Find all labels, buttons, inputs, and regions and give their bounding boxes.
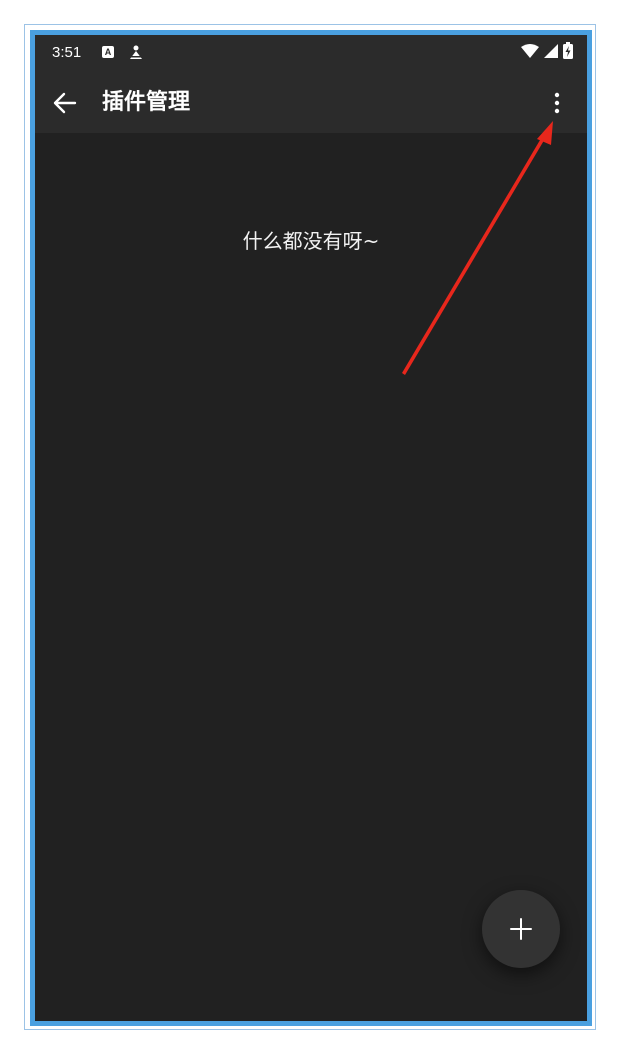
empty-state-message: 什么都没有呀~ <box>242 229 380 253</box>
page-title: 插件管理 <box>102 90 191 115</box>
battery-charging-icon <box>563 41 573 63</box>
person-icon <box>128 44 144 60</box>
more-vertical-icon[interactable] <box>543 89 571 117</box>
add-plugin-button[interactable] <box>482 890 560 968</box>
cell-signal-icon <box>544 43 558 62</box>
phone-screen: 3:51 A 插件管理 什么都没有呀~ <box>30 30 592 1026</box>
status-bar: 3:51 A <box>35 35 587 73</box>
app-bar: 插件管理 <box>35 73 587 133</box>
wifi-icon <box>521 43 539 62</box>
back-arrow-icon[interactable] <box>49 87 81 119</box>
notification-a-icon: A <box>102 46 114 58</box>
status-time: 3:51 <box>52 44 82 61</box>
plus-icon <box>510 918 532 940</box>
status-right-icons <box>521 41 573 63</box>
